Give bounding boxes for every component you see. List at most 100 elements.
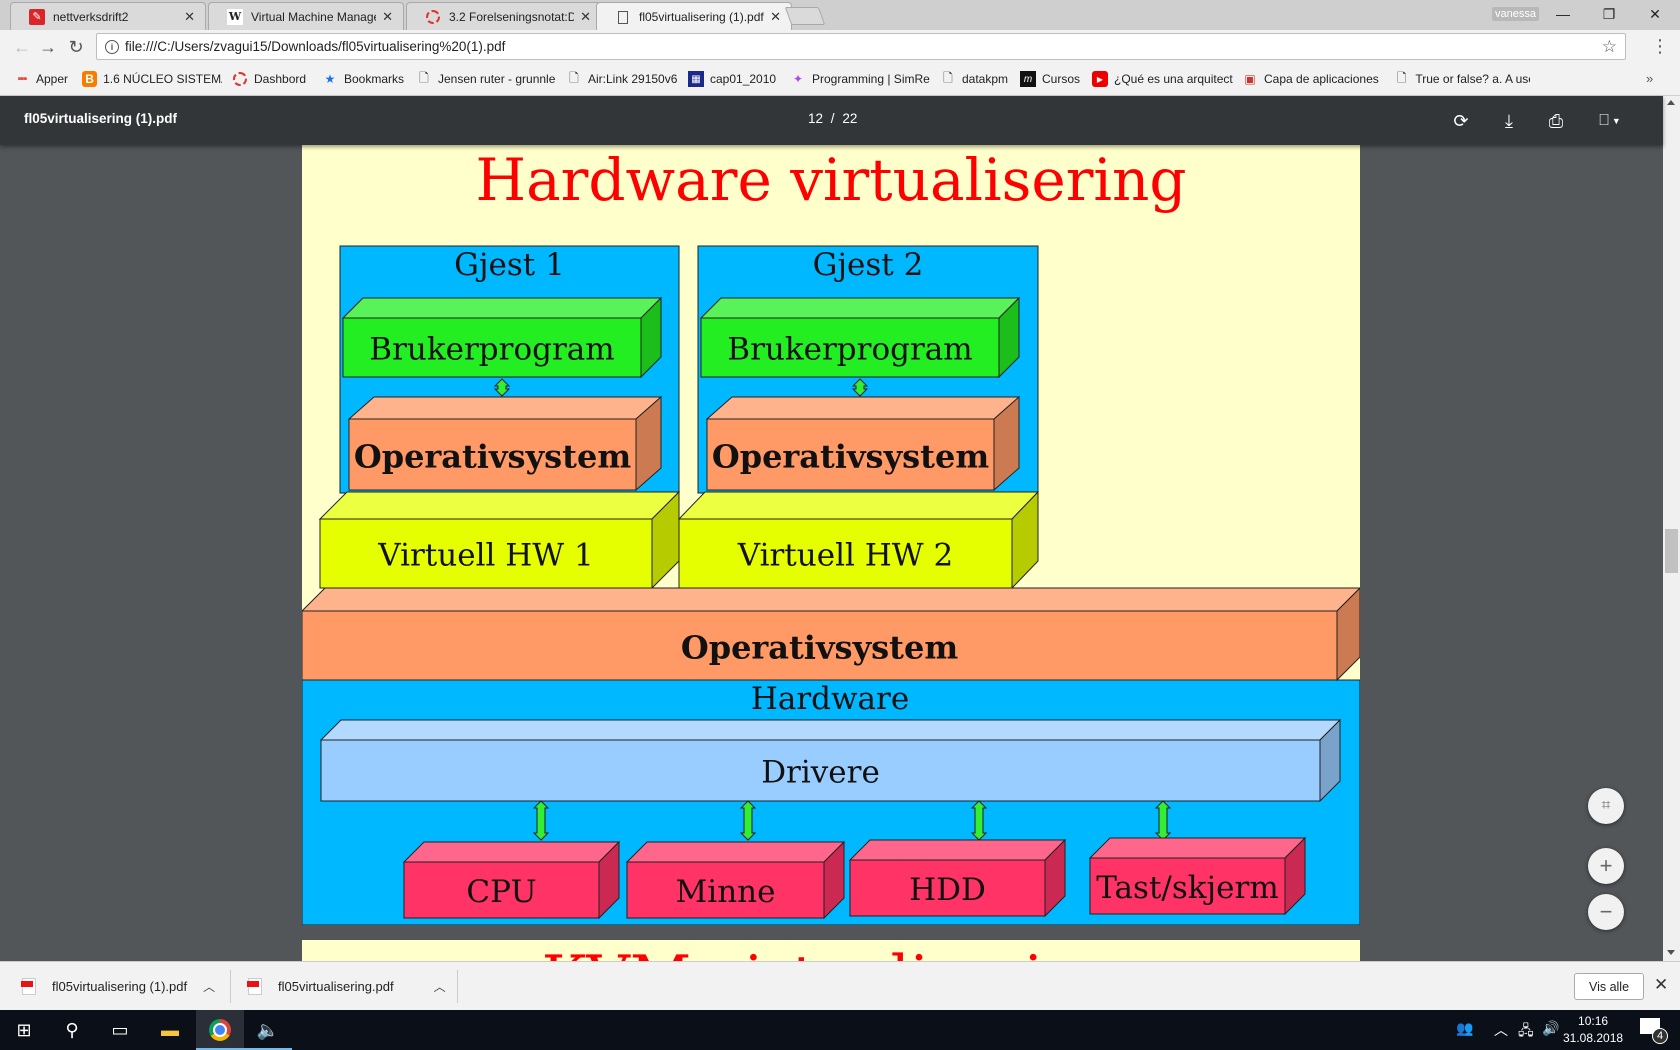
bookmark-star-icon[interactable]: ☆ <box>1602 37 1617 57</box>
page-separator: / <box>830 111 835 126</box>
pdf-viewer[interactable]: Hardware virtualisering Hardware Gjest 1B… <box>0 145 1663 961</box>
back-icon[interactable]: ← <box>10 35 34 59</box>
clock[interactable]: 10:16 31.08.2018 <box>1563 1013 1623 1047</box>
download-item[interactable]: fl05virtualisering.pdf ︿ <box>247 962 446 1011</box>
current-page[interactable]: 12 <box>808 111 823 126</box>
search-icon[interactable]: ⚲ <box>48 1010 96 1050</box>
scroll-up-arrow-icon[interactable] <box>1667 100 1675 105</box>
file-explorer-icon[interactable]: ▬ <box>146 1010 194 1050</box>
address-bar[interactable]: i file:///C:/Users/zvagui15/Downloads/fl… <box>96 33 1626 60</box>
device-box-minne-top <box>625 841 846 863</box>
page-indicator[interactable]: 12 / 22 <box>808 111 857 126</box>
document-icon: 🗋 <box>943 70 953 85</box>
device-box-minne-label: Minne <box>676 874 776 910</box>
speaker-app-icon[interactable]: 🔈 <box>244 1010 292 1050</box>
chevron-up-icon[interactable]: ︿ <box>203 978 215 995</box>
zoom-out-button[interactable]: − <box>1588 894 1624 930</box>
scroll-down-arrow-icon[interactable] <box>1667 950 1675 955</box>
show-all-button[interactable]: Vis alle <box>1574 973 1644 1000</box>
pdf-title: fl05virtualisering (1).pdf <box>24 111 178 126</box>
menu-icon[interactable]: ⋮ <box>1650 34 1670 58</box>
new-tab-button[interactable] <box>784 7 826 25</box>
tab-close-icon[interactable]: ✕ <box>184 9 195 25</box>
next-page-title: KVM virtualisering <box>302 948 1360 961</box>
app-red-icon: ✎ <box>29 8 45 25</box>
url-text[interactable]: file:///C:/Users/zvagui15/Downloads/fl05… <box>125 39 505 54</box>
scrollbar[interactable] <box>1663 96 1680 961</box>
tab-close-icon[interactable]: ✕ <box>770 9 781 25</box>
virtual-hw-box-1-label: Virtuell HW 1 <box>377 538 594 574</box>
document-icon: 🗋 <box>419 70 429 85</box>
forward-icon[interactable]: → <box>36 35 60 59</box>
bookmark-item[interactable]: 🗋 True or false? a. A use <box>1394 71 1530 87</box>
chevron-up-icon[interactable]: ︿ <box>1494 1020 1508 1040</box>
minus-icon: − <box>1599 899 1613 924</box>
tab-nettverksdrift2[interactable]: ✎ nettverksdrift2 ✕ <box>10 2 206 30</box>
tab-close-icon[interactable]: ✕ <box>382 9 393 25</box>
bookmark-item[interactable]: ▦ cap01_2010 <box>688 71 776 87</box>
puzzle-icon: ▦ <box>688 71 704 87</box>
device-box-cpu-top <box>402 841 621 863</box>
user-program-box-2-top <box>699 297 1021 319</box>
virtual-hw-box-1-top <box>318 491 681 520</box>
total-pages: 22 <box>842 111 858 126</box>
rotate-icon[interactable]: ⟳ <box>1448 108 1474 134</box>
scrollbar-thumb[interactable] <box>1665 529 1678 573</box>
bookmark-icon[interactable]: ⎕ ▼ <box>1592 108 1628 134</box>
window-close-icon[interactable]: ✕ <box>1632 0 1678 28</box>
tab-forelseningsnotat[interactable]: 3.2 Forelseningsnotat:DAT ✕ <box>406 2 602 30</box>
bookmark-item[interactable]: ✦ Programming | SimRe <box>790 71 934 87</box>
download-item[interactable]: fl05virtualisering (1).pdf ︿ <box>21 962 215 1011</box>
chevron-up-icon[interactable]: ︿ <box>434 978 446 995</box>
close-downloads-icon[interactable]: ✕ <box>1654 975 1668 995</box>
volume-icon[interactable]: 🔊 <box>1542 1020 1559 1037</box>
chrome-icon[interactable] <box>196 1010 244 1050</box>
download-filename: fl05virtualisering (1).pdf <box>52 979 188 994</box>
bookmark-item[interactable]: ★ Bookmarks <box>322 71 404 87</box>
user-program-box-1-label: Brukerprogram <box>369 332 614 368</box>
reload-icon[interactable]: ↻ <box>64 35 88 59</box>
divider <box>457 970 458 1003</box>
task-view-icon[interactable]: ▭ <box>96 1010 144 1050</box>
tab-close-icon[interactable]: ✕ <box>580 9 591 25</box>
guest-os-box-1-top <box>347 396 663 420</box>
bookmark-item[interactable]: ▶ ¿Qué es una arquitect <box>1092 71 1240 87</box>
device-box-hdd-top <box>848 839 1067 861</box>
download-icon[interactable]: ⤓ <box>1496 108 1522 134</box>
info-icon[interactable]: i <box>105 39 119 54</box>
device-box-cpu-label: CPU <box>466 874 536 910</box>
zoom-in-button[interactable]: + <box>1588 848 1624 884</box>
clock-date: 31.08.2018 <box>1563 1031 1624 1045</box>
people-icon[interactable]: 👥 <box>1456 1020 1473 1037</box>
device-box-tast-skjerm-label: Tast/skjerm <box>1096 870 1278 906</box>
bookmark-item[interactable]: Dashbord <box>232 71 306 87</box>
bookmark-item[interactable]: 🗋 datakpm <box>940 71 1008 87</box>
bookmark-item[interactable]: m Cursos <box>1020 71 1080 87</box>
divider <box>230 970 231 1003</box>
bookmark-item[interactable]: 🗋 Air:Link 29150v6 <box>566 71 677 87</box>
pdf-toolbar: fl05virtualisering (1).pdf 12 / 22 ⟳ ⤓ ⎙… <box>0 96 1663 145</box>
profile-name[interactable]: vanessa <box>1492 7 1539 21</box>
minimize-icon[interactable]: — <box>1540 0 1586 28</box>
guest-os-box-2-top <box>705 396 1021 420</box>
guest-os-box-2-label: Operativsystem <box>712 438 990 476</box>
bookmark-item[interactable]: B 1.6 NÚCLEO SISTEMA <box>82 71 222 87</box>
restore-icon[interactable]: ❐ <box>1586 0 1632 28</box>
device-box-tast-skjerm-top <box>1088 837 1307 859</box>
tab-virtual-machine-manager[interactable]: W Virtual Machine Manager ✕ <box>208 2 404 30</box>
bookmark-item[interactable]: ▣ Capa de aplicaciones <box>1242 71 1384 87</box>
apps-grid-icon: ▪▪▪ <box>17 73 28 85</box>
host-os-box-label: Operativsystem <box>681 629 959 667</box>
network-icon[interactable]: 🖧 <box>1518 1020 1534 1044</box>
bookmark-item[interactable]: ▪▪▪ Apper <box>14 71 68 87</box>
tab-fl05virtualisering[interactable]: fl05virtualisering (1).pdf ✕ <box>596 2 792 31</box>
address-row: ← → ↻ i file:///C:/Users/zvagui15/Downlo… <box>0 30 1680 63</box>
windows-start-icon[interactable]: ⊞ <box>0 1010 48 1050</box>
print-icon[interactable]: ⎙ <box>1543 108 1569 134</box>
virtual-hw-box-2-label: Virtuell HW 2 <box>737 538 954 574</box>
more-bookmarks-icon[interactable]: » <box>1646 71 1653 86</box>
bookmark-item[interactable]: 🗋 Jensen ruter - grunnle <box>416 71 558 87</box>
document-icon: 🗋 <box>1396 70 1407 85</box>
fit-page-button[interactable]: ⌗ <box>1588 788 1624 824</box>
notifications-icon[interactable]: 4 <box>1640 1018 1668 1044</box>
